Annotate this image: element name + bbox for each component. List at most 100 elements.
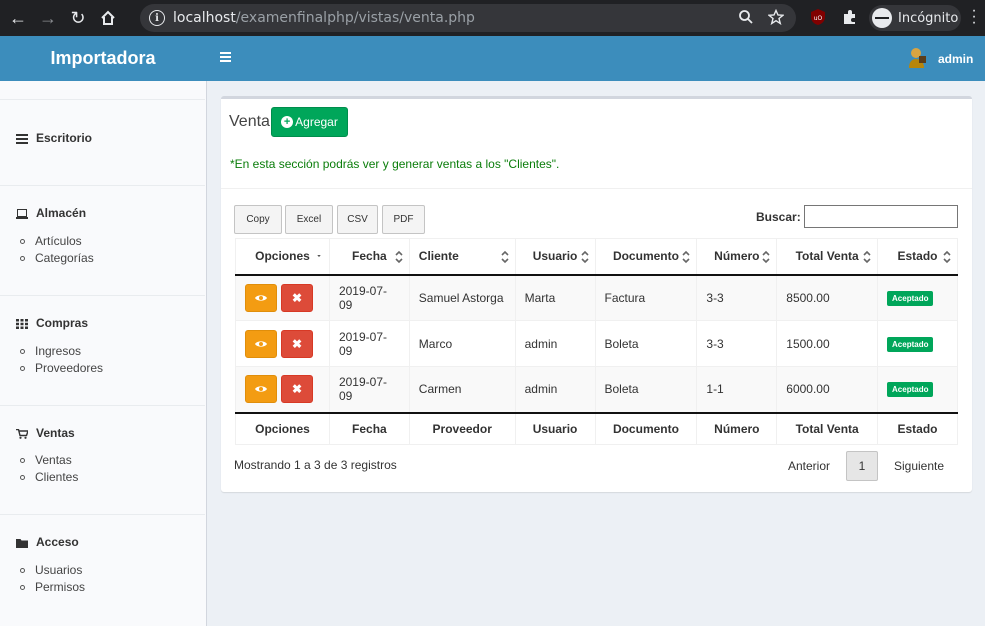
address-bar[interactable]: i localhost/examenfinalphp/vistas/venta.…: [140, 4, 796, 32]
status-badge: Aceptado: [887, 382, 934, 398]
column-header-fecha[interactable]: Fecha: [328, 238, 410, 276]
cell-usuario: admin: [514, 320, 596, 367]
sidebar-item-escritorio[interactable]: Escritorio: [16, 131, 92, 145]
delete-button[interactable]: ✖: [281, 283, 313, 312]
sidebar-item-acceso[interactable]: Acceso: [16, 535, 79, 549]
pagination-page-1[interactable]: 1: [846, 451, 878, 481]
table-header-row: Opciones Fecha Cliente Usuario Documento…: [235, 238, 958, 276]
column-header-documento[interactable]: Documento: [594, 238, 698, 276]
table-row: ✖ 2019-07-09 Samuel Astorga Marta Factur…: [235, 274, 958, 321]
back-icon[interactable]: ←: [6, 6, 30, 30]
cell-fecha: 2019-07-09: [328, 274, 410, 321]
site-info-icon[interactable]: i: [149, 10, 165, 26]
content-box: Venta + Agregar *En esta sección podrás …: [221, 96, 972, 492]
copy-button[interactable]: Copy: [234, 205, 282, 234]
dashboard-icon: [16, 133, 28, 144]
column-header-total-venta[interactable]: Total Venta: [776, 238, 879, 276]
row-actions: ✖: [235, 366, 330, 413]
delete-button[interactable]: ✖: [281, 375, 313, 404]
view-button[interactable]: [245, 283, 277, 312]
plus-circle-icon: +: [281, 116, 294, 128]
footer-fecha: Fecha: [328, 411, 410, 445]
incognito-indicator[interactable]: Incógnito: [869, 5, 961, 31]
sidebar-subitem-clientes[interactable]: Clientes: [20, 470, 78, 484]
table-footer-row: Opciones Fecha Proveedor Usuario Documen…: [235, 411, 958, 445]
cell-total: 8500.00: [776, 274, 879, 321]
search-input[interactable]: [804, 205, 958, 228]
sidebar-subitem-proveedores[interactable]: Proveedores: [20, 361, 103, 375]
footer-proveedor: Proveedor: [408, 411, 516, 445]
brand-logo[interactable]: Importadora: [0, 36, 206, 81]
sidebar-item-compras[interactable]: Compras: [16, 316, 88, 330]
delete-button[interactable]: ✖: [281, 329, 313, 358]
csv-button[interactable]: CSV: [337, 205, 378, 234]
bookmark-star-icon[interactable]: [767, 8, 785, 29]
sidebar-subitem-ingresos[interactable]: Ingresos: [20, 344, 81, 358]
user-avatar[interactable]: [907, 47, 927, 69]
sidebar-item-almacen[interactable]: Almacén: [16, 206, 86, 220]
forward-icon[interactable]: →: [36, 6, 60, 30]
search-label: Buscar:: [756, 210, 801, 224]
zoom-icon[interactable]: [738, 9, 754, 29]
sidebar: Escritorio Almacén Artículos Categorías …: [0, 81, 207, 626]
divider: [0, 405, 205, 406]
sidebar-label: Ventas: [36, 426, 75, 440]
add-button[interactable]: + Agregar: [271, 107, 348, 137]
sidebar-subitem-categorias[interactable]: Categorías: [20, 251, 94, 265]
sidebar-subitem-permisos[interactable]: Permisos: [20, 580, 85, 594]
page-title: Venta: [229, 113, 270, 130]
cell-usuario: Marta: [514, 274, 596, 321]
section-note: *En esta sección podrás ver y generar ve…: [230, 157, 560, 171]
sidebar-subitem-articulos[interactable]: Artículos: [20, 234, 82, 248]
reload-icon[interactable]: ↻: [66, 6, 90, 30]
pagination-previous[interactable]: Anterior: [781, 451, 837, 481]
pagination-next[interactable]: Siguiente: [889, 451, 949, 481]
cell-documento: Factura: [594, 274, 698, 321]
pdf-button[interactable]: PDF: [382, 205, 425, 234]
column-header-numero[interactable]: Número: [696, 238, 778, 276]
sidebar-toggle-icon[interactable]: [220, 52, 231, 62]
browser-menu-icon[interactable]: · · ·: [970, 3, 978, 31]
cell-estado: Aceptado: [877, 320, 958, 367]
footer-documento: Documento: [594, 411, 698, 445]
footer-estado: Estado: [877, 411, 958, 445]
divider: [0, 99, 205, 100]
cell-cliente: Carmen: [408, 366, 516, 413]
laptop-icon: [16, 208, 28, 219]
divider: [221, 188, 972, 189]
column-header-usuario[interactable]: Usuario: [514, 238, 596, 276]
column-header-cliente[interactable]: Cliente: [408, 238, 516, 276]
sidebar-subitem-ventas[interactable]: Ventas: [20, 453, 72, 467]
close-icon: ✖: [291, 382, 303, 397]
excel-button[interactable]: Excel: [285, 205, 333, 234]
cell-fecha: 2019-07-09: [328, 366, 410, 413]
sidebar-subitem-usuarios[interactable]: Usuarios: [20, 563, 82, 577]
table-info: Mostrando 1 a 3 de 3 registros: [234, 458, 397, 472]
footer-total-venta: Total Venta: [776, 411, 879, 445]
sidebar-label: Compras: [36, 316, 89, 330]
sidebar-item-ventas[interactable]: Ventas: [16, 426, 75, 440]
cell-documento: Boleta: [594, 320, 698, 367]
divider: [0, 514, 205, 515]
sidebar-label: Escritorio: [36, 131, 93, 145]
sales-table: Opciones Fecha Cliente Usuario Documento…: [235, 238, 958, 445]
column-header-estado[interactable]: Estado: [877, 238, 958, 276]
column-header-opciones[interactable]: Opciones: [235, 238, 330, 276]
cell-estado: Aceptado: [877, 274, 958, 321]
cell-usuario: admin: [514, 366, 596, 413]
user-name[interactable]: admin: [938, 52, 973, 66]
home-icon[interactable]: [96, 6, 120, 30]
cart-icon: [16, 428, 29, 439]
view-button[interactable]: [245, 375, 277, 404]
ublock-extension-icon[interactable]: uO: [809, 8, 827, 26]
extensions-puzzle-icon[interactable]: [841, 8, 859, 26]
cell-numero: 3-3: [696, 320, 778, 367]
app-header: Importadora admin: [0, 36, 985, 81]
cell-total: 1500.00: [776, 320, 879, 367]
view-button[interactable]: [245, 329, 277, 358]
table-row: ✖ 2019-07-09 Marco admin Boleta 3-3 1500…: [235, 320, 958, 367]
row-actions: ✖: [235, 320, 330, 367]
footer-usuario: Usuario: [514, 411, 596, 445]
cell-estado: Aceptado: [877, 366, 958, 413]
row-actions: ✖: [235, 274, 330, 321]
